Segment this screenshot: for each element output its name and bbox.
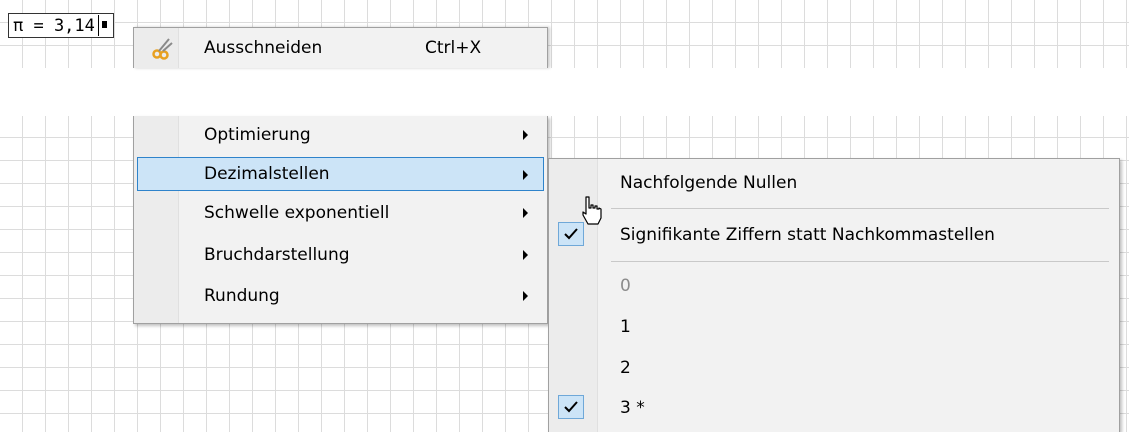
menu-item-optimierung[interactable]: Optimierung bbox=[137, 118, 544, 152]
insertion-cursor bbox=[97, 15, 109, 36]
menu-item-label: 2 bbox=[620, 358, 631, 378]
math-region[interactable]: π = 3,14 bbox=[8, 13, 114, 38]
menu-item-label: Signifikante Ziffern statt Nachkommastel… bbox=[620, 225, 995, 245]
context-menu-top: Ausschneiden Ctrl+X bbox=[133, 27, 548, 68]
menu-item-digits-1[interactable]: 1 bbox=[552, 310, 1116, 344]
context-menu: Optimierung Dezimalstellen Schwelle expo… bbox=[133, 116, 548, 324]
menu-item-cut-shortcut: Ctrl+X bbox=[425, 38, 482, 58]
worksheet-blank-band bbox=[0, 68, 1129, 116]
menu-item-label: Schwelle exponentiell bbox=[204, 203, 390, 223]
menu-item-label: Bruchdarstellung bbox=[204, 245, 350, 265]
menu-item-bruchdarstellung[interactable]: Bruchdarstellung bbox=[137, 238, 544, 272]
menu-item-label: 1 bbox=[620, 317, 631, 337]
menu-item-label: Dezimalstellen bbox=[204, 164, 330, 184]
menu-item-label: Rundung bbox=[204, 286, 280, 306]
menu-item-cut-label: Ausschneiden bbox=[204, 38, 323, 58]
submenu-arrow-icon bbox=[523, 170, 528, 180]
menu-item-label: 0 bbox=[620, 276, 631, 296]
submenu-arrow-icon bbox=[523, 291, 528, 301]
menu-item-label: 3 * bbox=[620, 398, 645, 418]
menu-item-dezimalstellen[interactable]: Dezimalstellen bbox=[137, 157, 544, 191]
scissors-icon bbox=[151, 36, 175, 60]
menu-item-digits-3[interactable]: 3 * bbox=[552, 391, 1116, 425]
menu-item-digits-0: 0 bbox=[552, 269, 1116, 303]
menu-item-digits-2[interactable]: 2 bbox=[552, 351, 1116, 385]
menu-item-schwelle-exponentiell[interactable]: Schwelle exponentiell bbox=[137, 196, 544, 230]
decimal-places-submenu: Nachfolgende Nullen Signifikante Ziffern… bbox=[548, 158, 1120, 432]
menu-item-trailing-zeros[interactable]: Nachfolgende Nullen bbox=[552, 166, 1116, 200]
menu-item-cut[interactable]: Ausschneiden Ctrl+X bbox=[137, 31, 544, 65]
hand-pointer-icon bbox=[582, 196, 602, 225]
menu-item-label: Optimierung bbox=[204, 125, 311, 145]
menu-item-label: Nachfolgende Nullen bbox=[620, 173, 798, 193]
submenu-arrow-icon bbox=[523, 250, 528, 260]
math-expression: π = 3,14 bbox=[13, 15, 95, 36]
menu-separator bbox=[611, 261, 1109, 262]
menu-item-significant-digits[interactable]: Signifikante Ziffern statt Nachkommastel… bbox=[552, 218, 1116, 252]
menu-separator bbox=[611, 208, 1109, 209]
checkmark-icon bbox=[558, 395, 584, 419]
submenu-arrow-icon bbox=[523, 130, 528, 140]
menu-item-rundung[interactable]: Rundung bbox=[137, 279, 544, 313]
submenu-arrow-icon bbox=[523, 208, 528, 218]
